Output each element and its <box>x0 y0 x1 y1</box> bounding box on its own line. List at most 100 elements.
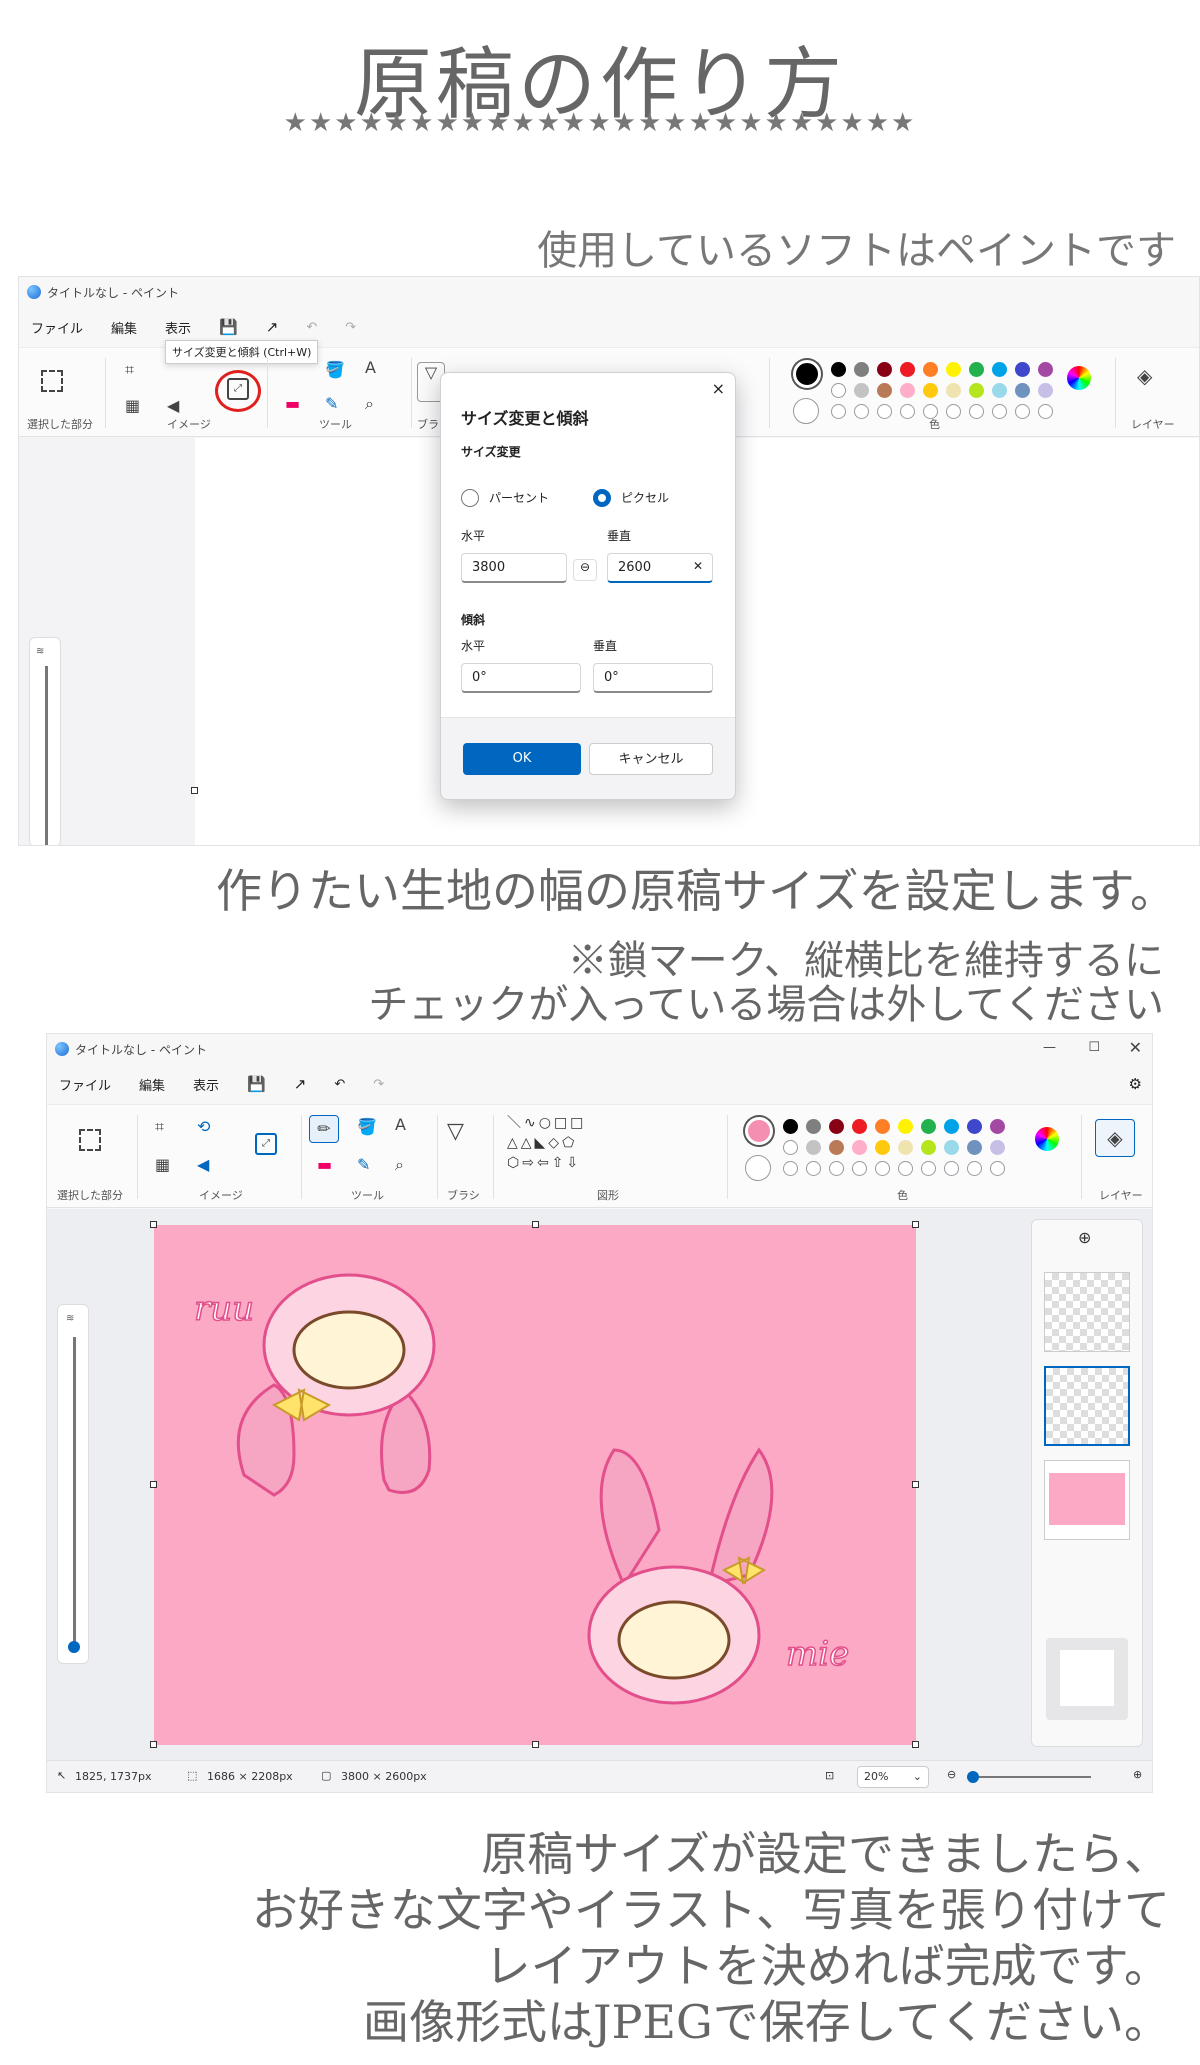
handle-mr[interactable] <box>912 1481 919 1488</box>
color-swatch[interactable] <box>900 362 915 377</box>
drawing-canvas[interactable]: ruu mie <box>154 1225 916 1745</box>
share-icon[interactable]: ↗ <box>266 318 279 336</box>
primary-color-swatch[interactable] <box>745 1117 773 1145</box>
color-swatch[interactable] <box>783 1119 798 1134</box>
color-swatch[interactable] <box>946 383 961 398</box>
color-swatch[interactable] <box>1015 362 1030 377</box>
color-swatch[interactable] <box>854 362 869 377</box>
custom-color-slot[interactable] <box>944 1161 959 1176</box>
color-swatch[interactable] <box>1038 362 1053 377</box>
color-swatch[interactable] <box>875 1140 890 1155</box>
clear-input-icon[interactable]: ✕ <box>693 559 703 573</box>
color-swatch[interactable] <box>1038 383 1053 398</box>
custom-color-slot[interactable] <box>990 1161 1005 1176</box>
custom-color-slot[interactable] <box>877 404 892 419</box>
redo-icon[interactable]: ↷ <box>345 320 356 335</box>
crop-icon[interactable]: ⌗ <box>125 360 134 380</box>
color-swatch[interactable] <box>921 1119 936 1134</box>
text-icon-2[interactable]: A <box>395 1115 406 1134</box>
menu-view-2[interactable]: 表示 <box>193 1075 219 1094</box>
cancel-button[interactable]: キャンセル <box>589 743 713 775</box>
fill-icon-2[interactable]: 🪣 <box>357 1117 377 1136</box>
custom-color-slot[interactable] <box>921 1161 936 1176</box>
layer-thumb-background[interactable] <box>1046 1638 1128 1720</box>
select-rect-icon-2[interactable] <box>79 1129 101 1151</box>
window-close-icon[interactable]: ✕ <box>1129 1038 1142 1057</box>
custom-color-slot[interactable] <box>875 1161 890 1176</box>
color-swatch[interactable] <box>992 383 1007 398</box>
color-swatch[interactable] <box>831 362 846 377</box>
color-swatch[interactable] <box>990 1140 1005 1155</box>
handle-tr[interactable] <box>912 1221 919 1228</box>
custom-color-slot[interactable] <box>969 404 984 419</box>
custom-color-slot[interactable] <box>992 404 1007 419</box>
handle-br[interactable] <box>912 1741 919 1748</box>
color-swatch[interactable] <box>877 362 892 377</box>
menu-view[interactable]: 表示 <box>165 318 191 337</box>
color-swatch[interactable] <box>900 383 915 398</box>
custom-color-slot[interactable] <box>967 1161 982 1176</box>
handle-bm[interactable] <box>532 1741 539 1748</box>
menu-edit[interactable]: 編集 <box>111 318 137 337</box>
color-swatch[interactable] <box>944 1119 959 1134</box>
color-swatch[interactable] <box>829 1140 844 1155</box>
color-swatch[interactable] <box>944 1140 959 1155</box>
save-icon[interactable]: 💾 <box>219 318 238 336</box>
color-swatch[interactable] <box>898 1119 913 1134</box>
color-swatch[interactable] <box>990 1119 1005 1134</box>
ok-button[interactable]: OK <box>463 743 581 775</box>
color-swatch[interactable] <box>831 383 846 398</box>
color-swatch[interactable] <box>854 383 869 398</box>
pencil-icon[interactable]: ✏ <box>309 1115 339 1143</box>
primary-color-swatch[interactable] <box>793 360 821 388</box>
select-all-icon[interactable]: ▦ <box>125 396 140 415</box>
color-swatch[interactable] <box>969 383 984 398</box>
eraser-icon[interactable]: ▬ <box>285 394 300 413</box>
color-swatch[interactable] <box>852 1119 867 1134</box>
color-swatch[interactable] <box>969 362 984 377</box>
magnifier-icon-2[interactable]: ⌕ <box>395 1155 404 1175</box>
layers-icon-2[interactable]: ◈ <box>1095 1119 1135 1157</box>
minimize-icon[interactable]: — <box>1043 1040 1056 1055</box>
handle-tm[interactable] <box>532 1221 539 1228</box>
color-swatch[interactable] <box>852 1140 867 1155</box>
zoom-slider-1[interactable]: ≋ <box>29 637 61 845</box>
zoom-out-icon[interactable]: ⊖ <box>947 1768 956 1781</box>
color-swatch[interactable] <box>921 1140 936 1155</box>
fill-icon[interactable]: 🪣 <box>325 360 345 379</box>
color-swatch[interactable] <box>829 1119 844 1134</box>
radio-percent[interactable] <box>461 489 479 507</box>
custom-color-slot[interactable] <box>1038 404 1053 419</box>
secondary-color-swatch[interactable] <box>793 398 819 424</box>
layer-thumb-1[interactable] <box>1044 1272 1130 1352</box>
custom-color-slot[interactable] <box>1015 404 1030 419</box>
save-icon-2[interactable]: 💾 <box>247 1075 266 1093</box>
custom-color-slot[interactable] <box>946 404 961 419</box>
menu-edit-2[interactable]: 編集 <box>139 1075 165 1094</box>
color-swatch[interactable] <box>875 1119 890 1134</box>
link-aspect-icon[interactable]: ⊖ <box>573 559 597 581</box>
zoom-slider-2[interactable]: ≋ <box>57 1304 89 1664</box>
custom-color-slot[interactable] <box>898 1161 913 1176</box>
layer-thumb-3[interactable] <box>1044 1460 1130 1540</box>
fit-icon[interactable]: ⊡ <box>825 1769 834 1782</box>
select-all-icon-2[interactable]: ▦ <box>155 1155 170 1174</box>
select-rect-icon[interactable] <box>41 370 63 392</box>
handle-bl[interactable] <box>150 1741 157 1748</box>
rotate-icon[interactable]: ⟲ <box>197 1117 210 1136</box>
color-wheel-icon[interactable] <box>1067 366 1091 390</box>
custom-color-slot[interactable] <box>783 1161 798 1176</box>
color-swatch[interactable] <box>923 383 938 398</box>
color-swatch[interactable] <box>783 1140 798 1155</box>
flip-icon[interactable]: ◀ <box>167 396 179 415</box>
magnifier-icon[interactable]: ⌕ <box>365 394 374 414</box>
maximize-icon[interactable]: ☐ <box>1088 1040 1100 1055</box>
horizontal-input[interactable]: 3800 <box>461 553 567 583</box>
canvas-resize-handle[interactable] <box>191 787 198 794</box>
color-swatch[interactable] <box>1015 383 1030 398</box>
custom-color-slot[interactable] <box>806 1161 821 1176</box>
add-layer-icon[interactable]: ⊕ <box>1078 1228 1091 1247</box>
close-icon[interactable]: × <box>712 379 725 398</box>
shapes-gallery[interactable]: ＼∿○□□ △△◣◇⬠ ⬡⇨⇦⇧⇩ <box>507 1113 619 1173</box>
skew-horizontal-input[interactable]: 0° <box>461 663 581 693</box>
